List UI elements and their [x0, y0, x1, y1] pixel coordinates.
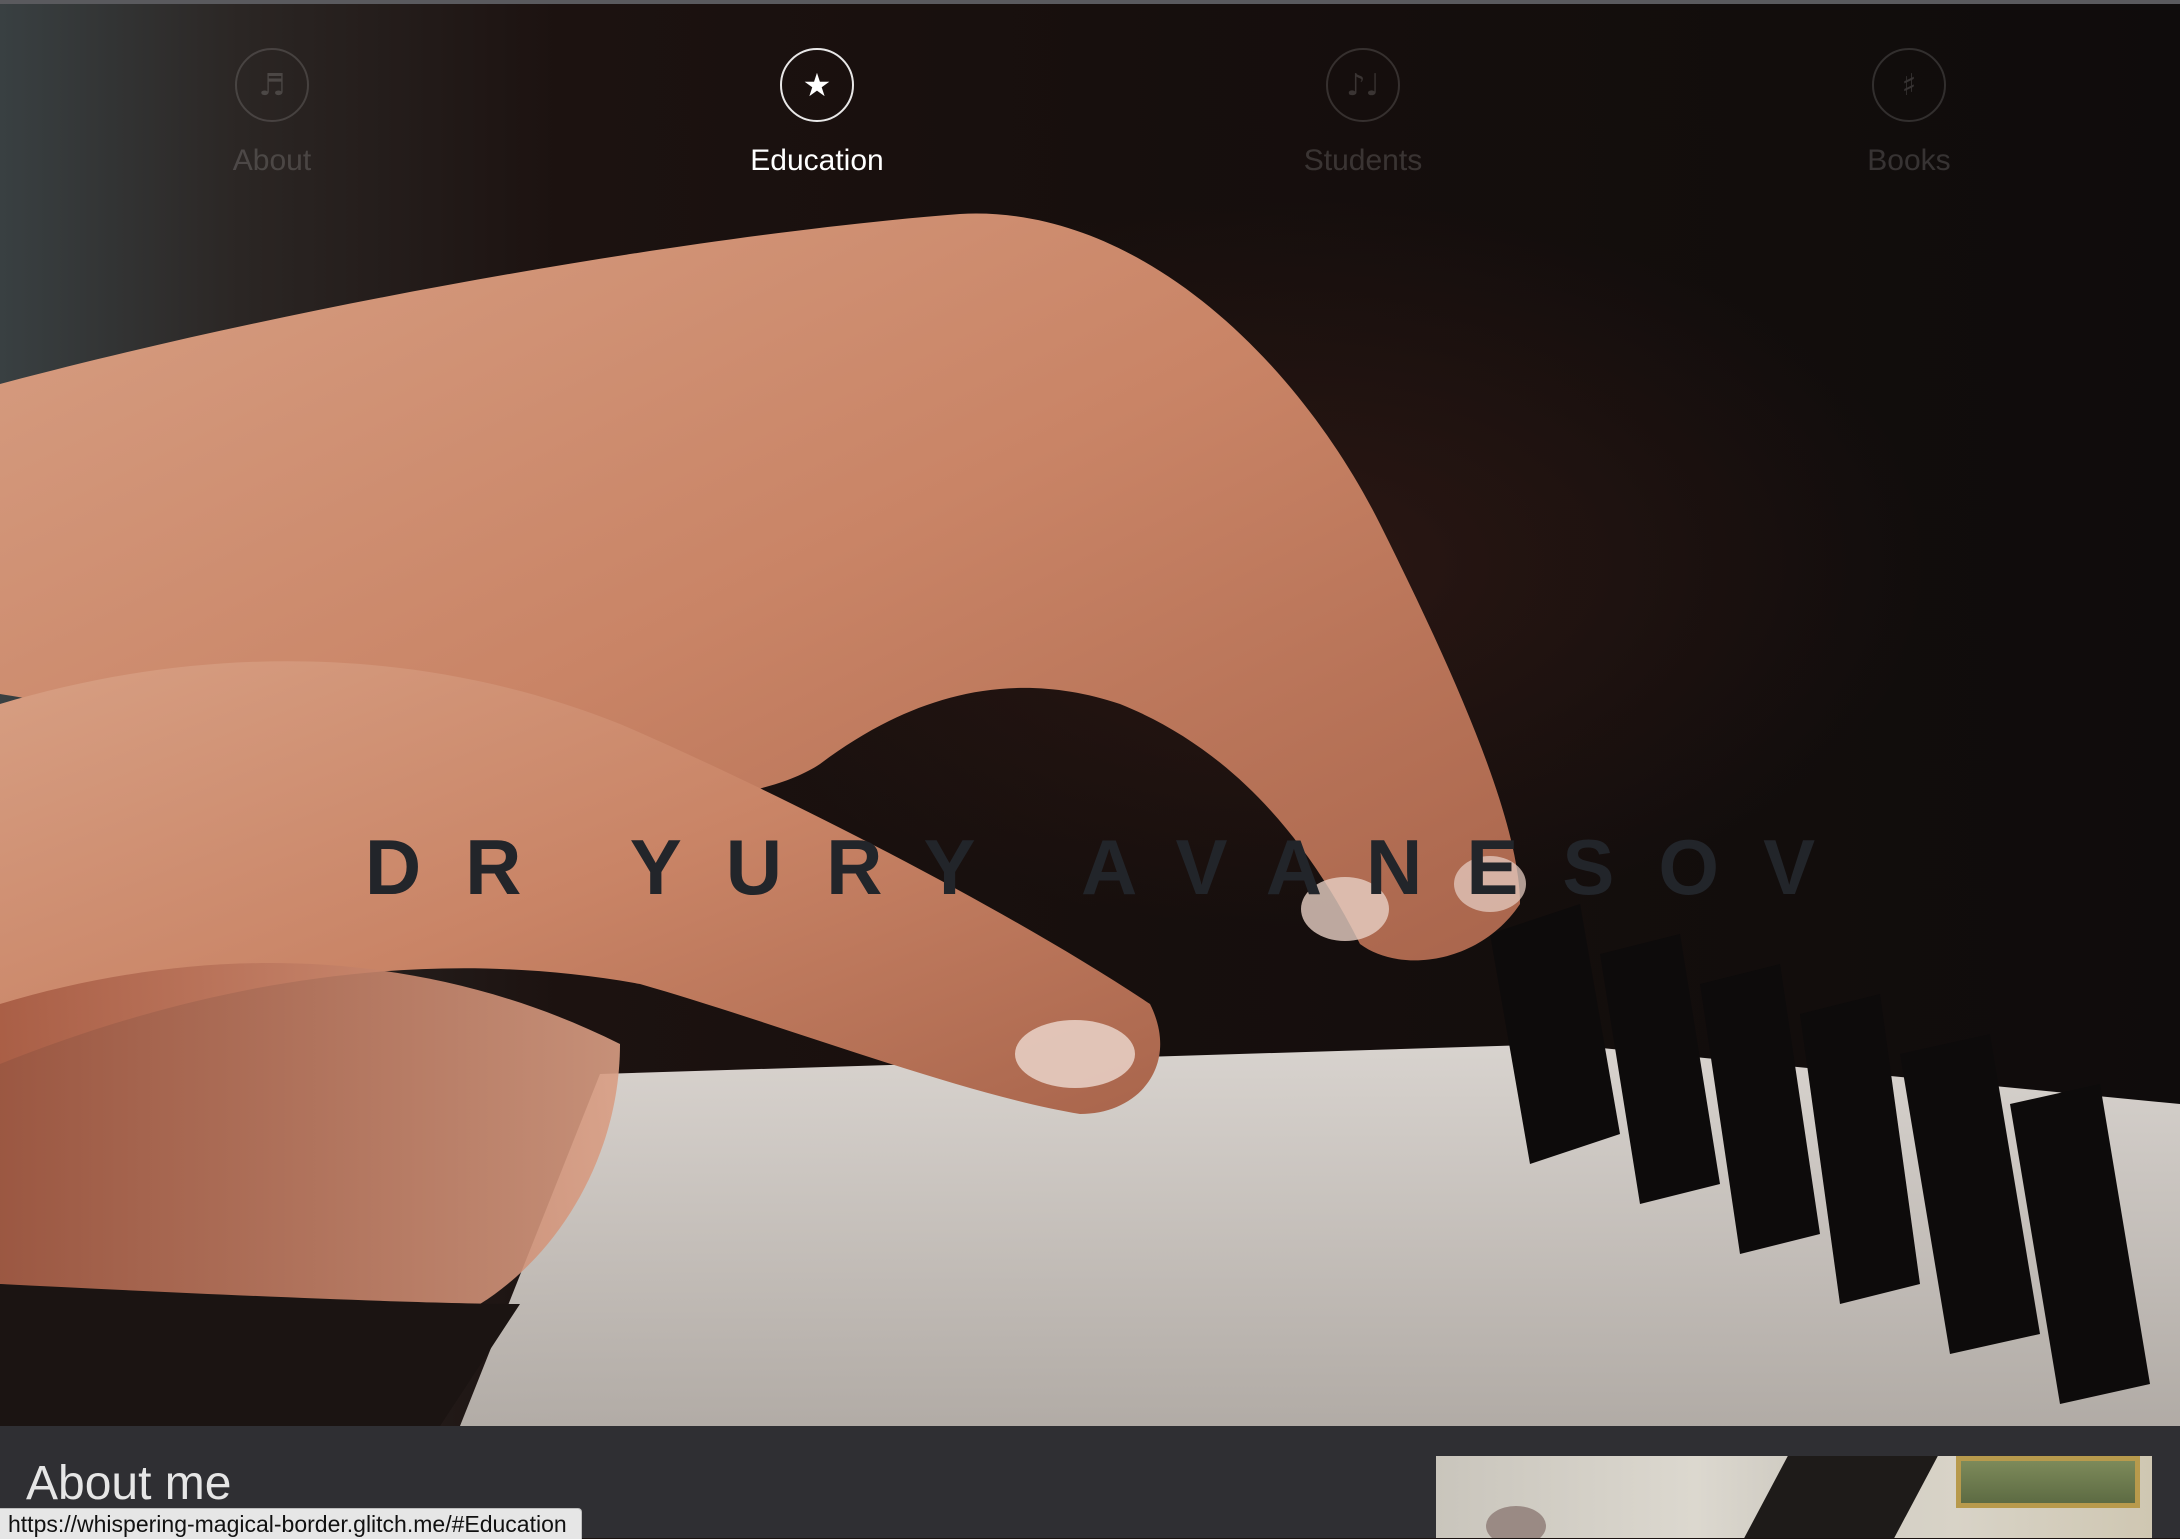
- nav-item-about[interactable]: ♬ About: [122, 48, 422, 178]
- about-photo: [1436, 1456, 2152, 1538]
- window-top-border: [0, 0, 2180, 4]
- photo-painting-frame: [1956, 1456, 2140, 1508]
- nav-item-education[interactable]: ★ Education: [667, 48, 967, 178]
- photo-hand-shape: [1486, 1506, 1546, 1538]
- hero-title: DR YURY AVANESOV: [364, 823, 1860, 912]
- nav-label-books: Books: [1867, 144, 1951, 177]
- hero-background-image: [0, 213, 2180, 1426]
- star-icon: ★: [780, 48, 854, 122]
- status-bar-url: https://whispering-magical-border.glitch…: [0, 1508, 582, 1539]
- main-navigation: ♬ About ★ Education ♪♩ Students ♯ Books: [0, 48, 2180, 188]
- photo-piano-shape: [1744, 1456, 1938, 1538]
- nav-item-students[interactable]: ♪♩ Students: [1213, 48, 1513, 178]
- music-note-icon: ♪♩: [1326, 48, 1400, 122]
- nav-label-education: Education: [750, 144, 884, 177]
- nav-label-about: About: [232, 144, 312, 177]
- hero-section: [0, 4, 2180, 1426]
- music-notes-icon: ♬: [235, 48, 309, 122]
- sharp-icon: ♯: [1872, 48, 1946, 122]
- about-heading: About me: [26, 1457, 232, 1510]
- nav-label-students: Students: [1303, 144, 1423, 177]
- nav-item-books[interactable]: ♯ Books: [1759, 48, 2059, 178]
